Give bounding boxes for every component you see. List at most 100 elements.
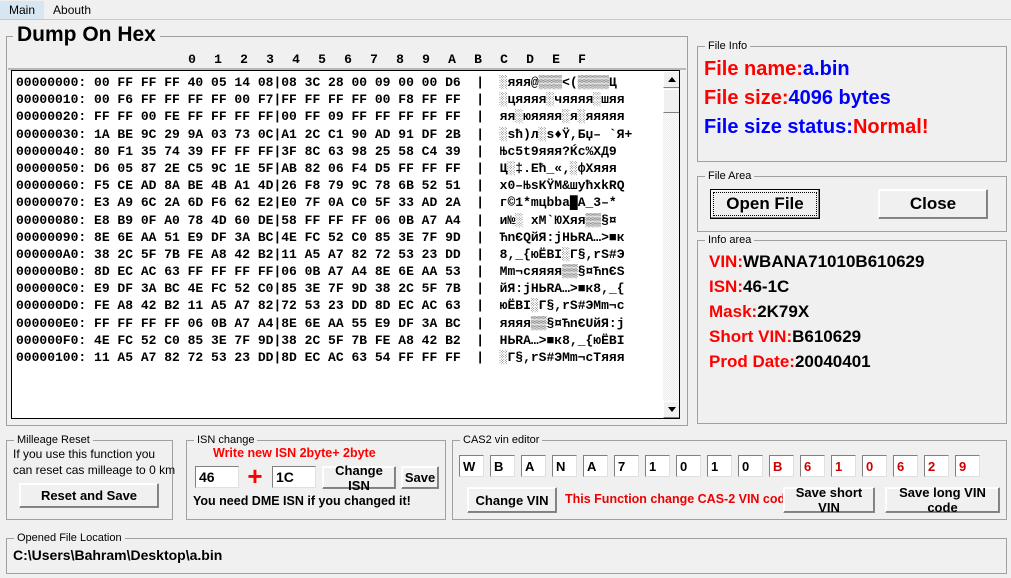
vin-cell-12[interactable]: 6 [800,455,825,477]
cas2-vin-editor-title: CAS2 vin editor [460,434,543,446]
dump-on-hex-title: Dump On Hex [13,23,160,47]
file-size-label: File size: [704,87,789,109]
hex-line: 00000100: 11 A5 A7 82 72 53 23 DD|8D EC … [16,350,625,365]
vin-cell-9[interactable]: 1 [707,455,732,477]
isn-change-group: ISN change Write new ISN 2byte+ 2byte 46… [186,434,446,520]
hex-col-E: E [552,52,560,67]
scroll-up-icon[interactable] [663,71,679,88]
info-key-isn: ISN: [709,277,743,296]
hex-line: 00000070: E3 A9 6C 2A 6D F6 62 E2|E0 7F … [16,195,617,211]
save-short-vin-label: Save short VIN [795,485,863,515]
scrollbar-track[interactable] [663,88,679,401]
vin-cell-11[interactable]: B [769,455,794,477]
dump-on-hex-panel: Dump On Hex 0 1 2 3 4 5 6 7 8 9 A B C D E F 00000000: 0… [6,23,688,426]
isn-first-field[interactable]: 46 [195,466,239,488]
hex-col-F: F [578,52,586,67]
hex-col-B: B [474,52,482,67]
file-name-label: File name: [704,58,803,80]
reset-and-save-button[interactable]: Reset and Save [19,483,159,508]
hex-line: 00000060: F5 CE AD 8A BE 4B A1 4D|26 F8 … [16,178,625,194]
isn-headline: Write new ISN 2byte+ 2byte [213,446,376,460]
isn-second-field[interactable]: 1C [272,466,316,488]
file-status-value: Normal! [852,116,929,138]
menu-item-main[interactable]: Main [0,0,45,19]
info-key-prod-date: Prod Date: [709,352,795,371]
hex-column-header: 0 1 2 3 4 5 6 7 8 9 A B C D E F [8,51,686,70]
vin-cell-8[interactable]: 0 [676,455,701,477]
hex-col-8: 8 [396,52,404,67]
hex-dump-lines: 00000000: 00 FF FF FF 40 05 14 08|08 3C … [16,74,656,366]
isn-footer-note: You need DME ISN if you changed it! [193,494,411,508]
file-area-title: File Area [705,170,755,182]
vin-cell-10[interactable]: 0 [738,455,763,477]
vin-cell-16[interactable]: 2 [924,455,949,477]
vin-cell-5[interactable]: A [583,455,608,477]
vin-cell-1[interactable]: W [459,455,484,477]
hex-col-2: 2 [240,52,248,67]
change-isn-button[interactable]: Change ISN [322,463,396,493]
vin-cell-6[interactable]: 7 [614,455,639,477]
hex-line: 000000A0: 38 2C 5F 7B FE A8 42 B2|11 A5 … [16,246,625,262]
hex-col-D: D [526,52,534,67]
file-area-group: File Area Open File Close [697,170,1007,232]
cas2-note-text: This Function change CAS-2 VIN code! [565,492,797,506]
hex-scrollbar[interactable] [662,71,679,418]
hex-line: 00000050: D6 05 87 2E C5 9C 1E 5F|AB 82 … [16,160,617,176]
vin-cell-4[interactable]: N [552,455,577,477]
save-long-vin-label: Save long VIN code [899,485,986,515]
hex-line: 00000030: 1A BE 9C 29 9A 03 73 0C|A1 2C … [16,126,633,142]
file-info-title: File Info [705,40,751,52]
file-info-group: File Info File name:a.bin File size:4096… [697,40,1007,162]
hex-line: 00000020: FF FF 00 FE FF FF FF FF|00 FF … [16,109,625,125]
menu-item-abouth[interactable]: Abouth [44,1,100,19]
vin-cell-7[interactable]: 1 [645,455,670,477]
info-row-prod-date: Prod Date:20040401 [709,349,1001,374]
vin-cell-13[interactable]: 1 [831,455,856,477]
scrollbar-thumb[interactable] [663,89,679,113]
milleage-hint-line2: can reset cas milleage to 0 km [13,463,176,477]
hex-line: 000000D0: FE A8 42 B2 11 A5 A7 82|72 53 … [16,298,625,314]
hex-col-5: 5 [318,52,326,67]
vin-cell-17[interactable]: 9 [955,455,980,477]
vin-cell-3[interactable]: A [521,455,546,477]
hex-col-1: 1 [214,52,222,67]
info-key-mask: Mask: [709,302,758,321]
file-status-label: File size status: [704,116,853,138]
change-vin-label: Change VIN [475,492,549,508]
close-button[interactable]: Close [878,189,988,219]
vin-cell-14[interactable]: 0 [862,455,887,477]
info-value-isn: 46-1C [743,277,790,296]
vin-cell-15[interactable]: 6 [893,455,918,477]
file-status-row: File size status:Normal! [704,113,1000,142]
file-name-value: a.bin [802,58,850,80]
isn-change-title: ISN change [194,434,258,446]
hex-dump-view[interactable]: 00000000: 00 FF FF FF 40 05 14 08|08 3C … [11,70,680,419]
milleage-reset-group: Milleage Reset If you use this function … [6,434,176,520]
hex-line: 00000080: E8 B9 0F A0 78 4D 60 DE|58 FF … [16,212,617,228]
hex-line: 000000C0: E9 DF 3A BC 4E FC 52 C0|85 3E … [16,281,625,297]
reset-and-save-label: Reset and Save [40,488,138,503]
scroll-down-icon[interactable] [663,401,679,418]
info-key-short-vin: Short VIN: [709,327,793,346]
hex-line: 000000E0: FF FF FF FF 06 0B A7 A4|8E 6E … [16,315,625,331]
info-value-vin: WBANA71010B610629 [743,252,925,271]
open-file-button[interactable]: Open File [710,189,820,219]
info-key-vin: VIN: [709,252,743,271]
isn-save-button[interactable]: Save [401,466,439,489]
save-long-vin-button[interactable]: Save long VIN code [885,485,1000,515]
opened-file-location-title: Opened File Location [14,532,125,544]
vin-character-fields: WBANA71010B610629 [459,455,986,477]
save-short-vin-button[interactable]: Save short VIN [783,485,875,515]
opened-file-location-group: Opened File Location C:\Users\Bahram\Des… [6,532,1007,574]
hex-line: 00000040: 80 F1 35 74 39 FF FF FF|3F 8C … [16,143,617,159]
vin-cell-2[interactable]: B [490,455,515,477]
plus-icon: + [247,461,263,491]
hex-col-A: A [448,52,456,67]
milleage-hint-line1: If you use this function you [13,447,156,461]
hex-col-6: 6 [344,52,352,67]
hex-line: 00000090: 8E 6E AA 51 E9 DF 3A BC|4E FC … [16,229,625,245]
hex-line: 000000B0: 8D EC AC 63 FF FF FF FF|06 0B … [16,264,625,280]
hex-col-C: C [500,52,508,67]
opened-file-path: C:\Users\Bahram\Desktop\a.bin [13,547,223,563]
change-vin-button[interactable]: Change VIN [467,487,557,513]
